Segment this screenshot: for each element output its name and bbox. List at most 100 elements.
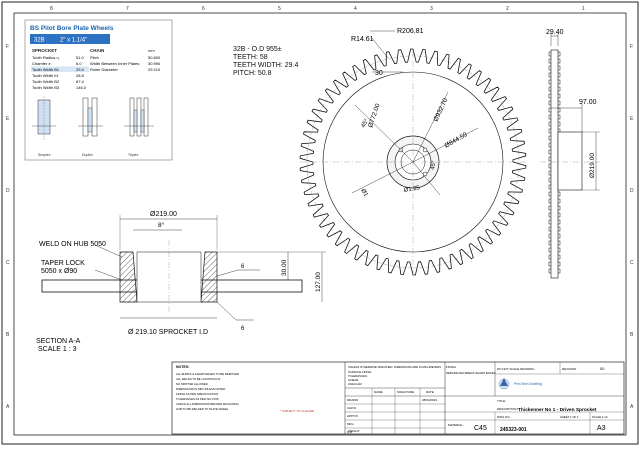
inset-tab: 32B: [34, 38, 45, 44]
dim-h30: 30.00: [281, 259, 288, 276]
zone-letter-right: D: [630, 188, 634, 194]
dim-d21910: Ø 219.10 SPROCKET I.D: [128, 329, 208, 336]
sprocket-row-label: Tooth Width B1: [32, 67, 60, 72]
sprocket-row-value: 146.0: [76, 85, 87, 90]
dwg-label: DWG NO.: [497, 415, 511, 419]
spec-teeth: TEETH: 58: [233, 54, 268, 61]
sprocket-row-label: Tooth Width b1: [32, 73, 59, 78]
chain-row-value: 50.800: [148, 55, 161, 60]
deburr-label: DEBURR AND BREAK SHARP EDGES: [446, 371, 496, 375]
note-line: ALL WELDS TO BE CONTINUOUS: [176, 377, 220, 381]
section-scale: SCALE 1 : 3: [38, 346, 77, 353]
side-plate: [550, 49, 559, 279]
sprocket-row-label: Tooth Radius r₃: [32, 55, 60, 60]
spec-teeth-width: TEETH WIDTH: 29.4: [233, 62, 298, 69]
side-hub: [557, 131, 583, 191]
revision-value: 00: [600, 366, 605, 371]
zone-letter-left: D: [6, 188, 10, 194]
role-row: APPV'D: [347, 414, 359, 418]
zone-number: 6: [202, 6, 205, 12]
hub-hole-3: [422, 147, 428, 153]
zone-number: 4: [354, 6, 357, 12]
dim-angle-8: 8°: [158, 221, 165, 229]
date-col: DATE: [426, 390, 434, 394]
revision-label: REVISION: [562, 367, 576, 371]
zone-number: 5: [278, 6, 281, 12]
sprocket-header: SPROCKET: [32, 48, 57, 53]
note-weld: WELD ON HUB 5050: [39, 241, 106, 248]
finish-label: FINISH: [446, 365, 456, 369]
tolerance-line: ANGULAR:: [348, 382, 363, 386]
name-col: NAME: [374, 390, 383, 394]
zone-number: 1: [582, 6, 585, 12]
note-line: HUB TO BE WELDED TO PLATE WHEEL: [176, 407, 229, 411]
description-label: DESCRIPTION:: [497, 407, 519, 411]
weight-label: WEIGHT:: [348, 429, 360, 433]
notes-heading: NOTES:: [176, 365, 189, 369]
dim-width-97: 97.00: [579, 99, 597, 106]
dim-d219-top: Ø219.00: [150, 211, 177, 218]
role-row: DRAWN: [347, 398, 358, 402]
zone-number: 8: [50, 6, 53, 12]
chain-row-label: Roller Diameter: [90, 67, 118, 72]
title-block: NOTES: ALL BURRS & SHARP EDGES TO BE REM…: [171, 361, 625, 435]
note-line: FINISH AS PER SPECIFICATION: [176, 392, 218, 396]
role-row: MFG: [347, 422, 354, 426]
chain-row-value: 30.990: [148, 61, 161, 66]
zone-number: 3: [430, 6, 433, 12]
dim-h127: 127.00: [315, 272, 322, 292]
hub-hole-2: [422, 171, 428, 177]
zone-number: 2: [506, 6, 509, 12]
note-line: TOLERANCES AS PER ISO 2768: [176, 397, 219, 401]
zone-letter-right: C: [630, 260, 634, 266]
spec-od: 32B - O.D 955±: [233, 46, 282, 53]
description: Thickenner No 1 - Driven Sprocket: [518, 407, 597, 413]
dwg-number: 245323-001: [500, 427, 527, 433]
zone-letter-left: C: [6, 260, 10, 266]
inset-title: BS Pilot Bore Plate Wheels: [30, 25, 114, 32]
inset-size: 2" x 1.1/4": [60, 38, 87, 44]
title-label: TITLE:: [497, 399, 506, 403]
note-line: NO SPATTER ALLOWED: [176, 382, 208, 386]
scale-label: SCALE:1:10: [592, 415, 608, 419]
dim-r206: R206.81: [397, 28, 424, 35]
zone-letter-right: F: [630, 44, 633, 50]
note-taper-1: TAPER LOCK: [41, 260, 85, 267]
do-not-scale: DO NOT SCALE DRAWING: [497, 367, 535, 371]
sprocket-row-value: 28.8: [76, 73, 85, 78]
inset-reference-table: BS Pilot Bore Plate Wheels 32B 2" x 1.1/…: [24, 19, 173, 161]
chain-row-label: Width Between Inner Plates: [90, 61, 139, 66]
role-row: CHK'D: [347, 406, 357, 410]
drawing-sheet: 87654321 FFEEDDCCBBAA BS Pilot Bore Plat…: [0, 0, 640, 446]
sheet-size: A3: [597, 425, 606, 432]
sprocket-row-label: Tooth Width B2: [32, 79, 60, 84]
sprocket-row-value: 6.0: [76, 61, 82, 66]
dim-d219-side: Ø219.00: [589, 153, 596, 178]
dims-note: UNLESS OTHERWISE SPECIFIED: DIMENSIONS A…: [348, 365, 441, 369]
sig-col: SIGNATURE: [397, 390, 414, 394]
note-taper-2: 5050 x Ø90: [41, 268, 77, 275]
zone-number: 7: [126, 6, 129, 12]
fig-label-triplex: Triplex: [128, 153, 139, 157]
subject-to-change: * SUBJECT TO CHANGE: [280, 409, 314, 413]
fig-label-simplex: Simplex: [38, 153, 51, 157]
zone-letter-left: F: [6, 44, 9, 50]
sprocket-row-value: 87.4: [76, 79, 85, 84]
company-name: PrecTech Drafting: [514, 382, 542, 386]
dim-30: 30: [375, 70, 383, 77]
dim-width-29: 29.40: [546, 29, 564, 36]
note-line: CHECK ALL DIMENSIONS BEFORE MACHINING: [176, 402, 239, 406]
note-line: DIMENSIONS IN MM UNLESS NOTED: [176, 387, 225, 391]
unit-label: mm: [148, 48, 155, 53]
dim-r14: R14.61: [351, 36, 374, 43]
chain-row-value: 29.210: [148, 67, 161, 72]
chain-row-label: Pitch: [90, 55, 99, 60]
material: C45: [474, 425, 487, 432]
chain-header: CHAIN: [90, 48, 104, 53]
sprocket-row-value: 51.0: [76, 55, 85, 60]
spec-pitch: PITCH: 50.8: [233, 70, 272, 77]
sprocket-row-label: Tooth Width B3: [32, 85, 60, 90]
sheet-label: SHEET 1 OF 1: [560, 415, 579, 419]
section-title: SECTION A-A: [36, 338, 81, 345]
fig-label-duplex: Duplex: [82, 153, 93, 157]
